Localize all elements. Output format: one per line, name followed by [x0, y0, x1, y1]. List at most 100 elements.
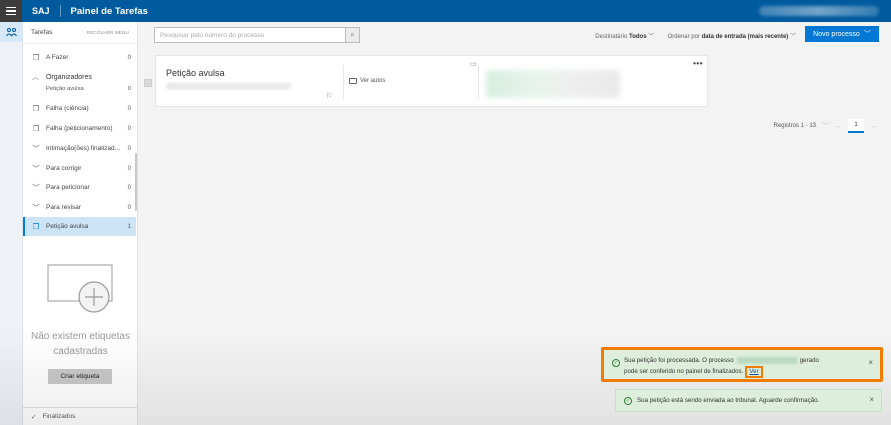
sidebar-item-falha-peticionamento[interactable]: ❐ Falha (peticionamento) 0 [23, 119, 136, 138]
sidebar-item-para-peticionar[interactable]: ﹀ Para peticionar 0 [23, 178, 136, 197]
search-input[interactable]: Pesquisar pelo número do processo [155, 32, 345, 39]
sidebar-finalized[interactable]: ✓ Finalizados [23, 407, 138, 425]
chevron-down-icon: ﹀ [789, 34, 796, 40]
more-options-icon[interactable]: ••• [693, 59, 703, 68]
card-checkbox[interactable] [144, 79, 152, 87]
sidebar-subitem-label: Petição avulsa [46, 86, 84, 92]
sidebar-item-label: A Fazer [46, 54, 69, 61]
empty-tags-line1: Não existem etiquetas [31, 331, 130, 342]
sidebar-item-para-revisar[interactable]: ﹀ Para revisar 0 [23, 198, 136, 217]
view-files-label: Ver autos [360, 78, 386, 84]
sidebar-item-label: Falha (peticionamento) [46, 125, 113, 132]
empty-tags-message: Não existem etiquetas cadastradas [23, 329, 138, 359]
page-title: Painel de Tarefas [70, 5, 148, 17]
sending-toast-message: Sua petição está sendo enviada ao tribun… [637, 397, 820, 404]
organizers-label: Organizadores [45, 74, 92, 81]
sidebar-item-label: Falha (ciência) [46, 105, 89, 112]
comment-icon[interactable]: ▭ [470, 60, 477, 68]
chevron-down-icon[interactable]: ﹀ [822, 121, 829, 131]
close-icon[interactable]: × [869, 395, 874, 404]
sidebar-header: Tarefas RECOLHER MENU [23, 22, 137, 44]
new-process-label: Novo processo [813, 30, 860, 38]
organizers-group[interactable]: ︿ Organizadores [32, 72, 92, 82]
recipient-filter[interactable]: Destinatário Todos ﹀ [595, 34, 654, 40]
card-title: Petição avulsa [166, 68, 225, 78]
close-icon[interactable]: × [868, 358, 873, 367]
view-link[interactable]: Ver [745, 366, 763, 378]
sidebar-item-a-fazer[interactable]: ❐ A Fazer 0 [23, 48, 136, 67]
page-icon: ❐ [32, 53, 40, 62]
finalized-label: Finalizados [42, 413, 76, 420]
processed-toast-message: Sua petição foi processada. O processo ge… [624, 355, 856, 378]
prev-page-icon[interactable]: ← [835, 123, 842, 130]
new-process-button[interactable]: Novo processo ﹀ [805, 26, 879, 42]
top-bar: SAJ Painel de Tarefas [0, 0, 891, 22]
chevron-down-icon: ﹀ [32, 144, 40, 153]
left-rail [0, 22, 23, 425]
records-count: Registros 1 - 13 [773, 123, 816, 129]
toast-text-part2: gerado [799, 357, 820, 364]
sidebar-item-count: 0 [127, 125, 131, 132]
check-icon: ✓ [31, 413, 37, 421]
processed-toast: ✓ Sua petição foi processada. O processo… [601, 347, 883, 382]
chevron-down-icon: ﹀ [32, 183, 40, 192]
sidebar-subitem-count: 0 [127, 86, 131, 92]
sidebar-item-count: 0 [127, 204, 131, 211]
sidebar-item-label: Para corrigir [46, 165, 82, 172]
chevron-up-icon: ︿ [32, 74, 39, 81]
next-page-icon[interactable]: → [870, 123, 877, 130]
sidebar-item-para-corrigir[interactable]: ﹀ Para corrigir 0 [23, 159, 136, 178]
sort-label: Ordenar por [667, 34, 700, 40]
card-divider [343, 65, 344, 99]
sidebar-subitem-peticao-avulsa[interactable]: Petição avulsa 0 [46, 86, 136, 92]
sidebar-item-label: Petição avulsa [46, 223, 89, 230]
card-divider [478, 65, 479, 99]
current-page[interactable]: 1 [848, 119, 864, 133]
sidebar-item-intimacoes[interactable]: ﹀ Intimação(ões) finalizad... 0 [23, 139, 136, 158]
view-files-link[interactable]: Ver autos [349, 78, 385, 84]
recipient-label: Destinatário [595, 34, 628, 40]
chevron-down-icon: ﹀ [32, 203, 40, 212]
page-icon: ❐ [32, 124, 40, 133]
sidebar-item-label: Intimação(ões) finalizad... [46, 145, 121, 152]
empty-tags-illustration-icon [47, 264, 113, 313]
tasks-icon[interactable] [0, 22, 23, 42]
search-icon[interactable]: ⌕ [345, 28, 359, 42]
sidebar-title: Tarefas [31, 29, 53, 36]
sidebar-item-count: 0 [127, 105, 131, 112]
hamburger-menu-icon[interactable] [0, 0, 22, 22]
header-divider [59, 5, 61, 17]
sidebar-item-falha-ciencia[interactable]: ❐ Falha (ciência) 0 [23, 99, 136, 118]
flag-icon[interactable]: ⚐ [326, 92, 332, 100]
redacted-process-number [736, 356, 797, 364]
sidebar-item-count: 0 [127, 184, 131, 191]
sidebar-item-count: 0 [127, 54, 131, 61]
chevron-down-icon: ﹀ [863, 31, 871, 38]
redacted-status [486, 70, 620, 98]
sidebar-item-count: 0 [127, 165, 131, 172]
redacted-details [166, 83, 291, 89]
sidebar-item-count: 0 [127, 145, 131, 152]
sidebar: Tarefas RECOLHER MENU ❐ A Fazer 0 ︿ Orga… [23, 22, 138, 425]
sort-value: data de entrada (mais recente) [701, 34, 789, 40]
page-icon: ❐ [32, 104, 40, 113]
user-menu[interactable] [759, 6, 879, 16]
task-card[interactable]: Petição avulsa ⚐ Ver autos ▭ ••• [155, 55, 708, 107]
brand-logo[interactable]: SAJ [32, 6, 50, 16]
chevron-down-icon: ﹀ [32, 164, 40, 173]
create-tag-button[interactable]: Criar etiqueta [48, 369, 112, 384]
page-icon: ❐ [32, 222, 40, 231]
folder-icon [349, 78, 357, 84]
sidebar-item-peticao-avulsa[interactable]: ❐ Petição avulsa 1 [23, 217, 136, 236]
recipient-value: Todos [628, 34, 647, 40]
sort-filter[interactable]: Ordenar por data de entrada (mais recent… [668, 34, 796, 40]
toast-text-part3: pode ser conferido no painel de finaliza… [624, 368, 744, 375]
sidebar-item-label: Para peticionar [46, 184, 90, 191]
collapse-menu-button[interactable]: RECOLHER MENU [87, 30, 129, 35]
sidebar-scrollbar[interactable] [135, 153, 137, 211]
sidebar-item-label: Para revisar [46, 204, 82, 211]
filters: Destinatário Todos ﹀ Ordenar por data de… [595, 31, 796, 40]
sidebar-item-count: 1 [127, 223, 131, 230]
search-box: Pesquisar pelo número do processo ⌕ [154, 27, 360, 43]
empty-tags-line2: cadastradas [53, 346, 108, 357]
